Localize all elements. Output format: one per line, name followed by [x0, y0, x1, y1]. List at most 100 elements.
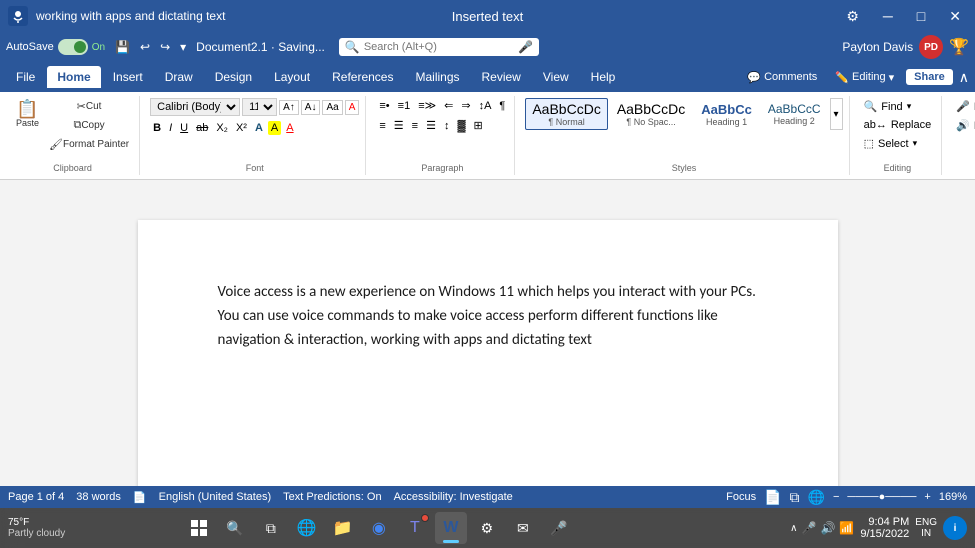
font-size-select[interactable]: 11 [242, 98, 277, 116]
document-page[interactable]: Voice access is a new experience on Wind… [138, 220, 838, 486]
lang-indicator[interactable]: ENG IN [915, 517, 937, 539]
mail-app[interactable]: ✉ [507, 512, 539, 544]
increase-indent-btn[interactable]: ⇒ [458, 98, 473, 113]
tab-review[interactable]: Review [472, 66, 531, 88]
minimize-btn[interactable]: ─ [877, 6, 899, 26]
sort-btn[interactable]: ↕A [476, 99, 495, 113]
search-btn[interactable]: 🔍 [219, 512, 251, 544]
save-icon-btn[interactable]: 💾 [111, 38, 134, 56]
language[interactable]: English (United States) [159, 491, 272, 503]
show-marks-btn[interactable]: ¶ [496, 99, 508, 113]
close-btn[interactable]: ✕ [943, 6, 967, 27]
justify-btn[interactable]: ☰ [423, 118, 439, 133]
accessibility[interactable]: Accessibility: Investigate [394, 491, 513, 503]
case-btn[interactable]: Aa [322, 100, 342, 115]
style-normal[interactable]: AaBbCcDc ¶ Normal [525, 98, 607, 130]
more-btn[interactable]: ▾ [176, 38, 190, 56]
style-no-space[interactable]: AaBbCcDc ¶ No Spac... [610, 98, 692, 130]
cut-btn[interactable]: ✂ Cut [45, 98, 133, 115]
highlight-btn[interactable]: A [268, 121, 281, 135]
align-left-btn[interactable]: ≡ [376, 119, 388, 133]
line-spacing-btn[interactable]: ↕ [441, 119, 453, 133]
select-btn[interactable]: ⬚ Select ▾ [860, 135, 936, 152]
styles-scroll-down[interactable]: ▾ [830, 98, 843, 130]
zoom-out-btn[interactable]: − [833, 491, 839, 503]
user-avatar[interactable]: PD [919, 35, 943, 59]
format-painter-btn[interactable]: 🖌 Format Painter [45, 136, 133, 153]
font-color-btn[interactable]: A [283, 121, 296, 135]
comments-btn[interactable]: 💬 Comments [741, 69, 823, 86]
borders-btn[interactable]: ⊞ [471, 118, 486, 133]
bullets-btn[interactable]: ≡• [376, 99, 392, 113]
dictate-btn[interactable]: 🎤 Dictate ▾ [952, 98, 975, 115]
tab-file[interactable]: File [6, 66, 45, 88]
font-name-select[interactable]: Calibri (Body) [150, 98, 240, 116]
chrome-app[interactable]: ◉ [363, 512, 395, 544]
read-aloud-btn[interactable]: 🔊 Read Aloud [952, 117, 975, 134]
copy-btn[interactable]: ⧉ Copy [45, 117, 133, 134]
style-heading2[interactable]: AaBbCcC Heading 2 [761, 99, 828, 129]
settings-app[interactable]: ⚙ [471, 512, 503, 544]
find-btn[interactable]: 🔍 Find ▾ [860, 98, 936, 115]
maximize-btn[interactable]: □ [911, 6, 931, 26]
text-effects-btn[interactable]: A [252, 121, 266, 135]
bold-btn[interactable]: B [150, 121, 164, 135]
clock[interactable]: 9:04 PM 9/15/2022 [860, 516, 909, 540]
view-web-icon[interactable]: 🌐 [808, 489, 825, 506]
redo-btn[interactable]: ↪ [156, 38, 174, 56]
explorer-app[interactable]: 📁 [327, 512, 359, 544]
ribbon-collapse-btn[interactable]: ∧ [959, 69, 969, 86]
grow-font-btn[interactable]: A↑ [279, 100, 299, 115]
replace-btn[interactable]: ab↔ Replace [860, 117, 936, 133]
focus-btn[interactable]: Focus [726, 491, 756, 503]
start-btn[interactable] [183, 512, 215, 544]
multilevel-btn[interactable]: ≡≫ [415, 98, 439, 113]
text-predictions[interactable]: Text Predictions: On [283, 491, 381, 503]
superscript-btn[interactable]: X² [233, 121, 250, 135]
teams-app[interactable]: T [399, 512, 431, 544]
tab-help[interactable]: Help [581, 66, 626, 88]
strikethrough-btn[interactable]: ab [193, 121, 211, 135]
shrink-font-btn[interactable]: A↓ [301, 100, 321, 115]
numbering-btn[interactable]: ≡1 [395, 99, 414, 113]
tab-home[interactable]: Home [47, 66, 100, 88]
tab-mailings[interactable]: Mailings [405, 66, 469, 88]
tab-insert[interactable]: Insert [103, 66, 153, 88]
view-single-icon[interactable]: 📄 [764, 489, 781, 506]
decrease-indent-btn[interactable]: ⇐ [441, 98, 456, 113]
undo-btn[interactable]: ↩ [136, 38, 154, 56]
share-btn[interactable]: Share [906, 69, 953, 85]
notification-center-btn[interactable]: i [943, 516, 967, 540]
zoom-level[interactable]: 169% [939, 491, 967, 503]
search-box[interactable]: 🔍 🎤 [339, 38, 539, 56]
clear-format-btn[interactable]: A [345, 100, 360, 115]
document-content[interactable]: Voice access is a new experience on Wind… [218, 280, 758, 352]
tab-layout[interactable]: Layout [264, 66, 320, 88]
style-heading1[interactable]: AaBbCc Heading 1 [694, 99, 759, 130]
autosave-toggle[interactable] [58, 39, 88, 55]
zoom-in-btn[interactable]: + [924, 491, 930, 503]
edge-app[interactable]: 🌐 [291, 512, 323, 544]
italic-btn[interactable]: I [166, 121, 175, 135]
tab-references[interactable]: References [322, 66, 403, 88]
tab-design[interactable]: Design [205, 66, 262, 88]
align-right-btn[interactable]: ≡ [409, 119, 421, 133]
word-app[interactable]: W [435, 512, 467, 544]
tray-arrow[interactable]: ∧ [790, 523, 797, 534]
editing-btn[interactable]: ✏️ Editing ▾ [829, 69, 900, 86]
zoom-slider[interactable]: ────●──── [847, 491, 916, 503]
tab-view[interactable]: View [533, 66, 579, 88]
voice-search-icon[interactable]: 🎤 [518, 40, 533, 54]
settings-btn[interactable]: ⚙ [840, 6, 865, 27]
view-split-icon[interactable]: ⧉ [790, 489, 800, 506]
shading-btn[interactable]: ▓ [454, 119, 468, 133]
mic-icon[interactable]: 🎤 [802, 521, 817, 535]
task-view-btn[interactable]: ⧉ [255, 512, 287, 544]
speaker-icon[interactable]: 🔊 [820, 521, 835, 535]
rewards-icon[interactable]: 🏆 [949, 37, 969, 57]
search-input[interactable] [364, 41, 514, 53]
underline-btn[interactable]: U [177, 121, 191, 135]
tab-draw[interactable]: Draw [155, 66, 203, 88]
network-icon[interactable]: 📶 [839, 521, 854, 535]
subscript-btn[interactable]: X₂ [213, 121, 231, 135]
